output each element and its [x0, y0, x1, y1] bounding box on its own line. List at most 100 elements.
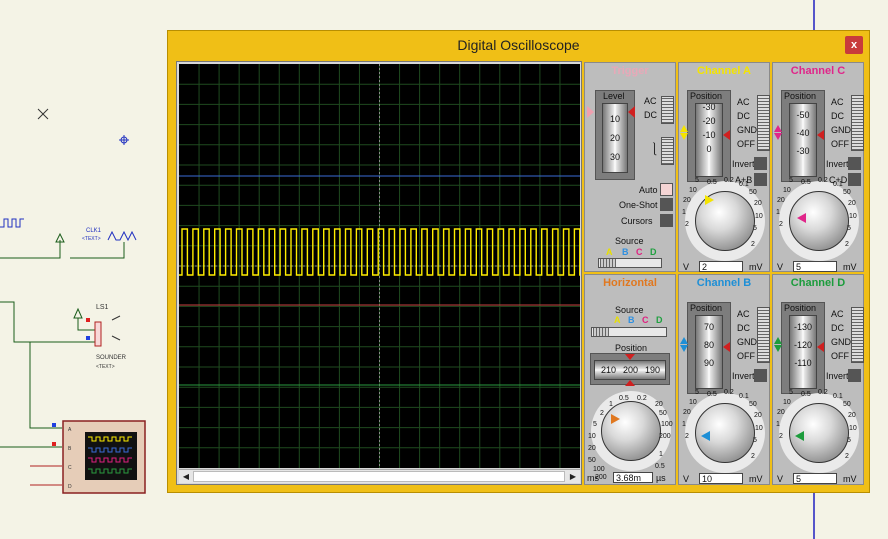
ch-a-position-value-1: -30 — [702, 103, 716, 112]
trigger-source-slider[interactable] — [598, 258, 662, 268]
scroll-right-arrow[interactable]: ▶ — [567, 471, 579, 482]
ch-a-dial-tick-9: 1 — [682, 209, 686, 216]
osc-pin-marker-a — [52, 423, 56, 427]
ch-b-position-value-1: 70 — [703, 322, 714, 332]
wire-osc-a — [29, 342, 62, 429]
pin-marker-red — [86, 318, 90, 322]
ch-c-volts-field[interactable]: 5 — [793, 261, 837, 272]
ch-b-dial-tick-1: 0.5 — [707, 391, 717, 398]
trigger-auto-button[interactable] — [660, 183, 673, 196]
trigger-cursors-button[interactable] — [660, 214, 673, 227]
ch-a-invert-label: Invert — [732, 159, 755, 169]
ch-c-dial-tick-3: 0.1 — [833, 181, 843, 188]
ch-a-position-value-3: -10 — [702, 130, 716, 140]
osc-pin-c: C — [68, 465, 72, 471]
ch-a-position-down-arrow[interactable] — [680, 133, 688, 140]
scroll-left-arrow[interactable]: ◀ — [180, 471, 192, 482]
trigger-coupling-switch[interactable] — [661, 96, 674, 124]
ch-d-position-drum[interactable]: -130 -120 -110 — [789, 315, 817, 389]
close-button[interactable]: x — [845, 36, 863, 54]
ch-c-dial-tick-1: 0.5 — [801, 179, 811, 186]
ch-a-mode-off: OFF — [737, 139, 755, 149]
ch-d-mode-gnd: GND — [831, 337, 851, 347]
ch-c-position-drum[interactable]: -50 -40 -30 — [789, 103, 817, 177]
horizontal-scrollbar[interactable]: ◀ ▶ — [179, 469, 580, 483]
ch-d-mode-dc: DC — [831, 323, 844, 333]
horizontal-source-label: Source — [615, 305, 644, 315]
timebase-tick-8: 50 — [588, 457, 596, 464]
ch-c-invert-button[interactable] — [848, 157, 861, 170]
ch-d-unit-left: V — [777, 474, 784, 484]
trigger-level-drum[interactable]: 10 20 30 — [602, 103, 628, 173]
timebase-knob[interactable] — [601, 401, 661, 461]
ch-b-dial-tick-9: 1 — [682, 421, 686, 428]
ch-a-combine-button[interactable] — [754, 173, 767, 186]
ch-a-volts-field[interactable]: 2 — [699, 261, 743, 272]
ch-a-position-label: Position — [690, 91, 723, 101]
ch-b-volts-field[interactable]: 10 — [699, 473, 743, 484]
timebase-pointer — [611, 414, 620, 424]
ch-b-position-up-arrow[interactable] — [680, 337, 688, 344]
ch-c-combine-button[interactable] — [848, 173, 861, 186]
ch-c-coupling-switch[interactable] — [851, 95, 864, 151]
ch-d-dial-tick-13: 2 — [845, 453, 849, 460]
timebase-tick-15: 0.5 — [655, 463, 665, 470]
horizontal-position-value-2: 200 — [623, 365, 639, 375]
ch-a-title: Channel A — [697, 65, 751, 77]
horizontal-source-slider[interactable] — [591, 327, 667, 337]
ch-c-mode-gnd: GND — [831, 125, 851, 135]
ch-d-position-value-3: -110 — [794, 358, 812, 368]
ch-d-invert-button[interactable] — [848, 369, 861, 382]
ch-c-dial-tick-10: 20 — [777, 197, 785, 204]
ch-c-mode-dc: DC — [831, 111, 844, 121]
ch-b-coupling-switch[interactable] — [757, 307, 770, 363]
title-bar[interactable]: Digital Oscilloscope — [168, 31, 869, 59]
ch-b-unit-right: mV — [749, 474, 763, 484]
ch-b-invert-button[interactable] — [754, 369, 767, 382]
pin-marker-blue — [86, 336, 90, 340]
clock-generator-left[interactable] — [0, 218, 24, 228]
timebase-tick-4: 2 — [600, 410, 604, 417]
ch-d-dial-tick-7: 5 — [847, 437, 851, 444]
ch-d-position-up-arrow[interactable] — [774, 337, 782, 344]
ch-d-dial-tick-2: 0.2 — [818, 389, 828, 396]
ch-a-position-drum[interactable]: -30 -20 -10 0 — [695, 103, 723, 177]
channel-b-panel: Channel B Position 70 80 90 AC DC GND OFF Inv… — [678, 274, 770, 485]
ch-d-volts-field[interactable]: 5 — [793, 473, 837, 484]
ch-c-dial-tick-4: 50 — [843, 189, 851, 196]
trigger-oneshot-button[interactable] — [660, 198, 673, 211]
ch-d-position-down-arrow[interactable] — [774, 345, 782, 352]
origin-marker — [119, 135, 129, 145]
ch-d-dial-tick-6: 10 — [849, 425, 857, 432]
ch-a-position-value-4: 0 — [706, 144, 712, 154]
ch-b-mode-ac: AC — [737, 309, 750, 319]
ch-a-coupling-switch[interactable] — [757, 95, 770, 151]
ch-a-position-up-arrow[interactable] — [680, 125, 688, 132]
trigger-edge-switch[interactable] — [661, 137, 674, 165]
trigger-level-left-arrow[interactable] — [587, 106, 594, 118]
ch-c-position-up-arrow[interactable] — [774, 125, 782, 132]
ch-b-position-down-arrow[interactable] — [680, 345, 688, 352]
scroll-track[interactable] — [193, 471, 565, 482]
channel-c-panel: Channel C Position -50 -40 -30 AC DC GND OFF … — [772, 62, 864, 272]
ch-b-position-drum[interactable]: 70 80 90 — [695, 315, 723, 389]
timebase-tick-2: 0.2 — [637, 395, 647, 402]
ch-b-dial-tick-6: 10 — [755, 425, 763, 432]
trigger-source-label: Source — [615, 236, 644, 246]
clock-generator-clk1[interactable] — [107, 230, 137, 242]
timebase-value-field[interactable]: 3.68m — [613, 472, 653, 483]
ch-d-coupling-switch[interactable] — [851, 307, 864, 363]
speaker-ls1[interactable] — [94, 321, 102, 347]
ground-arrow-speaker — [73, 307, 83, 319]
horizontal-position-value-3: 190 — [645, 365, 661, 375]
timebase-tick-9: 100 — [593, 466, 605, 473]
ch-a-dial-tick-12: 5 — [695, 177, 699, 184]
trigger-level-label: Level — [603, 91, 625, 101]
oscilloscope-component[interactable] — [62, 420, 146, 494]
ch-a-invert-button[interactable] — [754, 157, 767, 170]
ch-c-position-down-arrow[interactable] — [774, 133, 782, 140]
ch-a-volts-knob[interactable] — [695, 191, 755, 251]
trigger-source-c: C — [636, 247, 643, 257]
trigger-mode-cursors: Cursors — [621, 216, 653, 226]
horizontal-position-drum[interactable]: 210 200 190 — [594, 360, 666, 380]
